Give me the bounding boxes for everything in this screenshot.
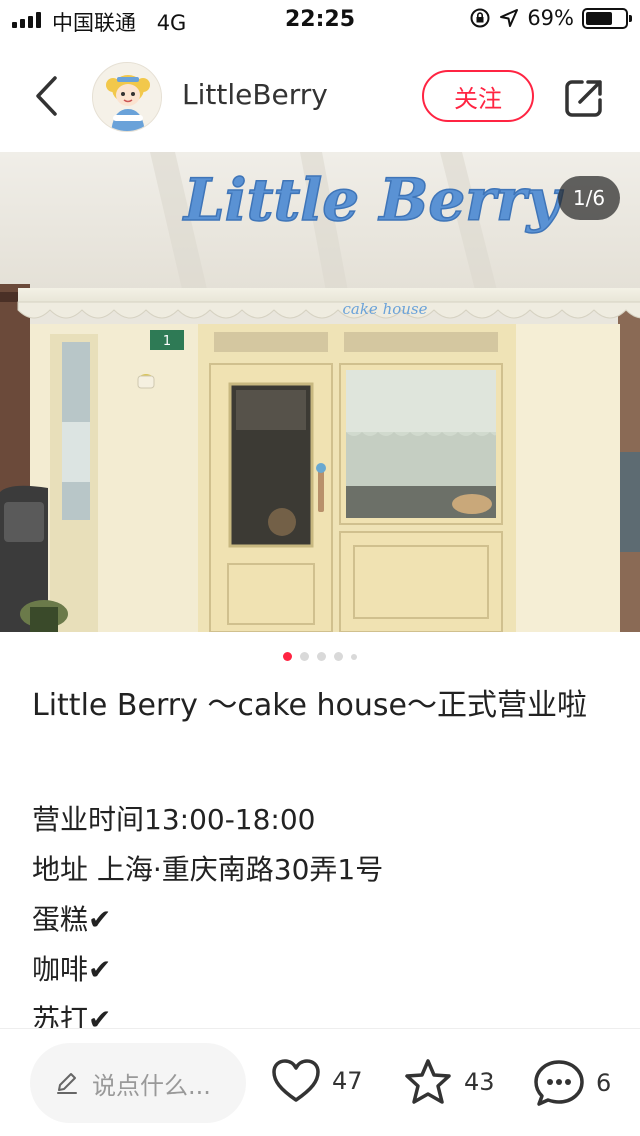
- address-line: 地址 上海·重庆南路30弄1号: [32, 845, 612, 895]
- post-title: Little Berry ～cake house～正式营业啦: [32, 688, 588, 723]
- comment-bubble-icon: [534, 1060, 584, 1106]
- note-photo[interactable]: Little Berry cake house 1 1/6: [0, 152, 640, 632]
- check-mark-icon: ✔: [88, 903, 112, 936]
- author-name[interactable]: LittleBerry: [182, 78, 328, 111]
- item-text: 蛋糕: [32, 903, 89, 936]
- back-arrow-icon: [36, 76, 57, 116]
- carousel-dot: [317, 652, 326, 661]
- item-text: 咖啡: [32, 953, 89, 986]
- item-line-cake: 蛋糕✔: [32, 895, 612, 945]
- post-body: 营业时间13:00-18:00 地址 上海·重庆南路30弄1号 蛋糕✔ 咖啡✔ …: [32, 795, 612, 1045]
- hours-line: 营业时间13:00-18:00: [32, 795, 612, 845]
- like-button[interactable]: 47: [270, 1057, 363, 1105]
- like-count: 47: [332, 1067, 363, 1095]
- pencil-icon: [57, 1073, 77, 1094]
- comment-button[interactable]: 6: [532, 1057, 611, 1109]
- check-mark-icon: ✔: [88, 953, 112, 986]
- carousel-dot-active: [283, 652, 292, 661]
- back-button[interactable]: [24, 70, 68, 122]
- share-icon: [565, 80, 602, 117]
- note-header: LittleBerry 关注: [0, 40, 640, 152]
- lock-rotation-icon: [470, 8, 490, 28]
- door-number: 1: [163, 334, 171, 349]
- share-button[interactable]: [560, 74, 608, 122]
- comment-placeholder: 说点什么...: [92, 1071, 211, 1100]
- collect-button[interactable]: 43: [402, 1057, 495, 1107]
- address-text: 地址 上海·重庆南路30弄1号: [32, 853, 384, 886]
- location-icon: [500, 9, 519, 27]
- sign-text: Little Berry: [182, 166, 565, 234]
- collect-count: 43: [464, 1068, 495, 1096]
- page-counter: 1/6: [558, 176, 620, 220]
- bottom-action-bar: 说点什么... 47 43 6: [0, 1028, 640, 1136]
- star-icon: [405, 1059, 451, 1104]
- status-bar: 中国联通 4G 22:25 69%: [0, 0, 640, 40]
- carousel-indicator: [0, 652, 640, 661]
- hours-text: 营业时间13:00-18:00: [32, 803, 316, 836]
- carousel-dot: [351, 653, 357, 660]
- comment-input[interactable]: 说点什么...: [30, 1043, 246, 1123]
- author-avatar[interactable]: [92, 62, 162, 132]
- battery-icon: [582, 7, 632, 29]
- carousel-dot: [300, 652, 309, 661]
- battery-percent: 69%: [527, 6, 574, 30]
- storefront-image: Little Berry cake house 1: [0, 152, 640, 632]
- follow-button[interactable]: 关注: [422, 70, 534, 122]
- awning-text: cake house: [342, 300, 427, 318]
- status-right: 69%: [469, 6, 632, 30]
- carousel-dot: [334, 652, 343, 661]
- comment-count: 6: [596, 1069, 612, 1097]
- heart-icon: [272, 1059, 320, 1102]
- item-line-coffee: 咖啡✔: [32, 945, 612, 995]
